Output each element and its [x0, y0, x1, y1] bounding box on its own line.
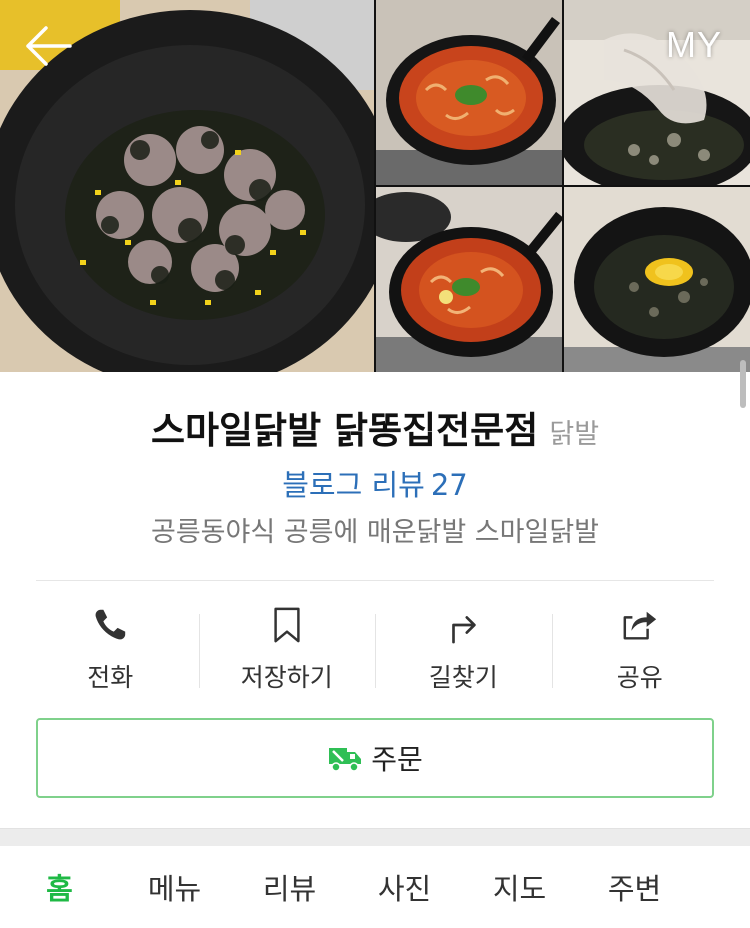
delivery-truck-icon [329, 748, 362, 772]
directions-icon [452, 616, 476, 644]
my-button[interactable]: MY [666, 24, 722, 66]
place-name: 스마일닭발 닭똥집전문점 [150, 409, 539, 452]
blog-review-count: 27 [430, 468, 468, 502]
place-title-row: 스마일닭발 닭똥집전문점 닭발 [0, 400, 750, 454]
photo-gloved-hand[interactable] [564, 0, 750, 185]
save-label: 저장하기 [240, 663, 333, 692]
order-button[interactable]: 주문 [36, 718, 714, 798]
share-icon [623, 611, 656, 640]
order-label: 주문 [371, 743, 423, 776]
tab-bar: 홈 메뉴 리뷰 사진 지도 주변 [0, 846, 750, 928]
place-category: 닭발 [549, 419, 600, 450]
photo-spicy-stew-2[interactable] [376, 187, 562, 372]
share-label: 공유 [616, 663, 663, 692]
blog-review-label: 블로그 리뷰 [282, 468, 425, 502]
tab-menu[interactable]: 메뉴 [117, 846, 232, 928]
share-button[interactable]: 공유 [551, 604, 729, 694]
tab-review[interactable]: 리뷰 [232, 846, 347, 928]
directions-label: 길찾기 [428, 663, 498, 692]
place-tagline: 공릉동야식 공릉에 매운닭발 스마일닭발 [150, 517, 600, 548]
photo-seaweed-bowl[interactable] [564, 187, 750, 372]
divider [36, 580, 714, 581]
tab-home[interactable]: 홈 [2, 846, 117, 928]
back-button[interactable] [22, 22, 74, 70]
photo-spicy-stew-1[interactable] [376, 0, 562, 185]
call-button[interactable]: 전화 [22, 604, 199, 694]
section-separator [0, 828, 750, 846]
directions-button[interactable]: 길찾기 [375, 604, 552, 694]
bookmark-icon [274, 607, 300, 643]
phone-icon [95, 609, 126, 640]
photo-gallery[interactable]: MY [0, 0, 750, 372]
tab-map[interactable]: 지도 [462, 846, 577, 928]
action-bar: 전화 저장하기 길찾기 공유 [22, 604, 728, 694]
tab-nearby[interactable]: 주변 [577, 846, 692, 928]
save-button[interactable]: 저장하기 [198, 604, 376, 694]
tab-photo[interactable]: 사진 [347, 846, 462, 928]
call-label: 전화 [87, 663, 134, 692]
arrow-left-icon [26, 26, 72, 66]
blog-review-link[interactable]: 블로그 리뷰 27 [0, 462, 750, 504]
